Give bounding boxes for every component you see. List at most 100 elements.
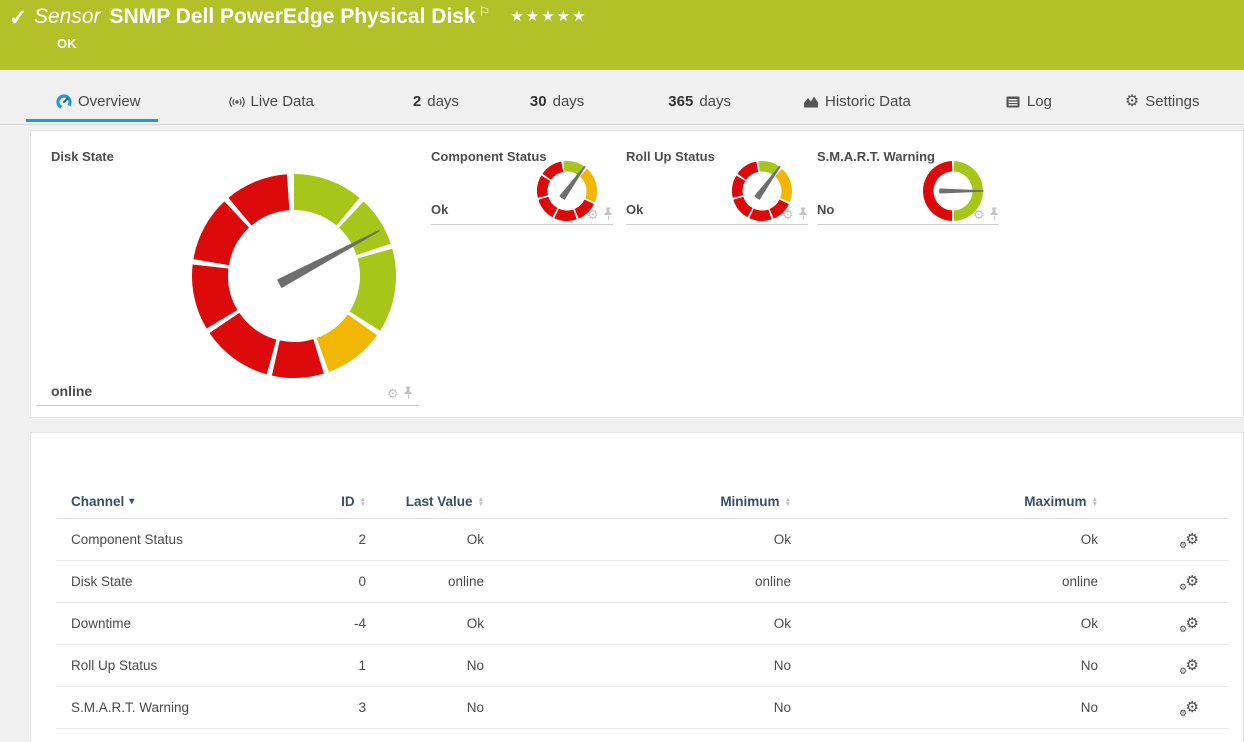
- tab-label: Settings: [1145, 93, 1199, 110]
- minimum-cell: online: [484, 574, 791, 589]
- panel-divider: [817, 224, 999, 225]
- page-title: SNMP Dell PowerEdge Physical Disk: [110, 5, 476, 28]
- channel-cell: Disk State: [71, 574, 291, 589]
- column-header-channel[interactable]: Channel ▾: [71, 494, 291, 509]
- id-cell: 2: [291, 532, 366, 547]
- last-value-cell: online: [366, 574, 484, 589]
- panel-divider: [36, 405, 419, 406]
- rollup-status-title: Roll Up Status: [626, 149, 715, 164]
- gear-icon: ⚙: [1179, 540, 1187, 551]
- status-check-icon: ✓: [9, 5, 27, 31]
- component-status-value: Ok: [431, 202, 448, 217]
- gear-icon: ⚙: [1186, 614, 1199, 632]
- pin-icon[interactable]: [989, 207, 1000, 221]
- component-status-title: Component Status: [431, 149, 547, 164]
- tab-bar: Overview Live Data 2 days 30 days 365 da…: [0, 70, 1244, 125]
- column-header-last-value[interactable]: Last Value ▲▼: [366, 494, 484, 509]
- pin-icon[interactable]: [403, 386, 414, 400]
- tab-live-data[interactable]: Live Data: [225, 93, 318, 124]
- gear-icon: ⚙: [1186, 572, 1199, 590]
- channel-settings-icon[interactable]: ⚙⚙: [1179, 531, 1199, 549]
- table-header-row: Channel ▾ ID ▲▼ Last Value ▲▼ Minimum ▲▼…: [56, 485, 1229, 519]
- tab-log[interactable]: Log: [1001, 93, 1056, 124]
- status-badge: OK: [57, 36, 77, 51]
- object-type-label: Sensor: [34, 5, 101, 28]
- id-cell: -4: [291, 616, 366, 631]
- tab-number: 2: [413, 93, 421, 110]
- tab-label: Log: [1027, 93, 1052, 110]
- minimum-cell: Ok: [484, 532, 791, 547]
- channel-settings-icon[interactable]: ⚙⚙: [1179, 573, 1199, 591]
- tab-label: days: [553, 93, 585, 110]
- sort-icon: ▲▼: [1092, 497, 1098, 507]
- pin-icon[interactable]: [603, 207, 614, 221]
- overview-gauges-card: Disk State online ⚙ Component Status Ok …: [30, 130, 1244, 418]
- column-header-id[interactable]: ID ▲▼: [291, 494, 366, 509]
- tab-number: 365: [668, 93, 693, 110]
- gear-icon: ⚙: [1179, 582, 1187, 593]
- panel-divider: [626, 224, 808, 225]
- tab-historic-data[interactable]: Historic Data: [799, 93, 915, 124]
- channel-settings-icon[interactable]: ⚙⚙: [1179, 657, 1199, 675]
- column-header-maximum[interactable]: Maximum ▲▼: [791, 494, 1098, 509]
- smart-warning-value: No: [817, 202, 834, 217]
- tab-label: Live Data: [251, 93, 314, 110]
- gear-icon[interactable]: ⚙: [587, 208, 599, 221]
- panel-divider: [431, 224, 613, 225]
- last-value-cell: Ok: [366, 616, 484, 631]
- id-cell: 3: [291, 700, 366, 715]
- gear-icon: ⚙: [1179, 666, 1187, 677]
- maximum-cell: online: [791, 574, 1098, 589]
- smart-warning-title: S.M.A.R.T. Warning: [817, 149, 935, 164]
- priority-stars[interactable]: ★★★★★: [510, 8, 587, 25]
- gauge-icon: [56, 94, 72, 110]
- sensor-header: ✓ Sensor SNMP Dell PowerEdge Physical Dis…: [0, 0, 1244, 70]
- row-actions: ⚙⚙: [1098, 573, 1229, 591]
- gear-icon[interactable]: ⚙: [387, 387, 399, 400]
- last-value-cell: Ok: [366, 532, 484, 547]
- live-data-icon: [229, 94, 245, 110]
- id-cell: 1: [291, 658, 366, 673]
- disk-state-title: Disk State: [51, 149, 114, 164]
- column-header-minimum[interactable]: Minimum ▲▼: [484, 494, 791, 509]
- gear-icon[interactable]: ⚙: [973, 208, 985, 221]
- channel-cell: Downtime: [71, 616, 291, 631]
- table-row[interactable]: S.M.A.R.T. Warning3NoNoNo⚙⚙: [56, 687, 1229, 729]
- tab-label: days: [699, 93, 731, 110]
- table-row[interactable]: Disk State0onlineonlineonline⚙⚙: [56, 561, 1229, 603]
- disk-state-value: online: [51, 383, 92, 399]
- table-row[interactable]: Component Status2OkOkOk⚙⚙: [56, 519, 1229, 561]
- gear-icon: ⚙: [1179, 624, 1187, 635]
- minimum-cell: No: [484, 700, 791, 715]
- table-row[interactable]: Roll Up Status1NoNoNo⚙⚙: [56, 645, 1229, 687]
- minimum-cell: No: [484, 658, 791, 673]
- tab-number: 30: [530, 93, 547, 110]
- channel-settings-icon[interactable]: ⚙⚙: [1179, 615, 1199, 633]
- gear-icon: ⚙: [1179, 708, 1187, 719]
- maximum-cell: No: [791, 658, 1098, 673]
- last-value-cell: No: [366, 700, 484, 715]
- log-list-icon: [1005, 94, 1021, 110]
- table-row[interactable]: Downtime-4OkOkOk⚙⚙: [56, 603, 1229, 645]
- settings-gear-icon: ⚙: [1125, 94, 1139, 110]
- last-value-cell: No: [366, 658, 484, 673]
- tab-30-days[interactable]: 30 days: [526, 93, 588, 124]
- gear-icon: ⚙: [1186, 698, 1199, 716]
- row-actions: ⚙⚙: [1098, 699, 1229, 717]
- gear-icon[interactable]: ⚙: [782, 208, 794, 221]
- maximum-cell: Ok: [791, 532, 1098, 547]
- tab-365-days[interactable]: 365 days: [664, 93, 735, 124]
- area-chart-icon: [803, 94, 819, 110]
- pin-icon[interactable]: [798, 207, 809, 221]
- flag-icon[interactable]: ⚐: [479, 4, 491, 19]
- tab-label: days: [427, 93, 459, 110]
- maximum-cell: Ok: [791, 616, 1098, 631]
- tab-2-days[interactable]: 2 days: [409, 93, 463, 124]
- tab-overview[interactable]: Overview: [52, 93, 145, 124]
- channel-settings-icon[interactable]: ⚙⚙: [1179, 699, 1199, 717]
- tab-settings[interactable]: ⚙ Settings: [1121, 93, 1204, 124]
- channel-cell: Roll Up Status: [71, 658, 291, 673]
- sort-desc-icon: ▾: [129, 496, 134, 507]
- id-cell: 0: [291, 574, 366, 589]
- gear-icon: ⚙: [1186, 530, 1199, 548]
